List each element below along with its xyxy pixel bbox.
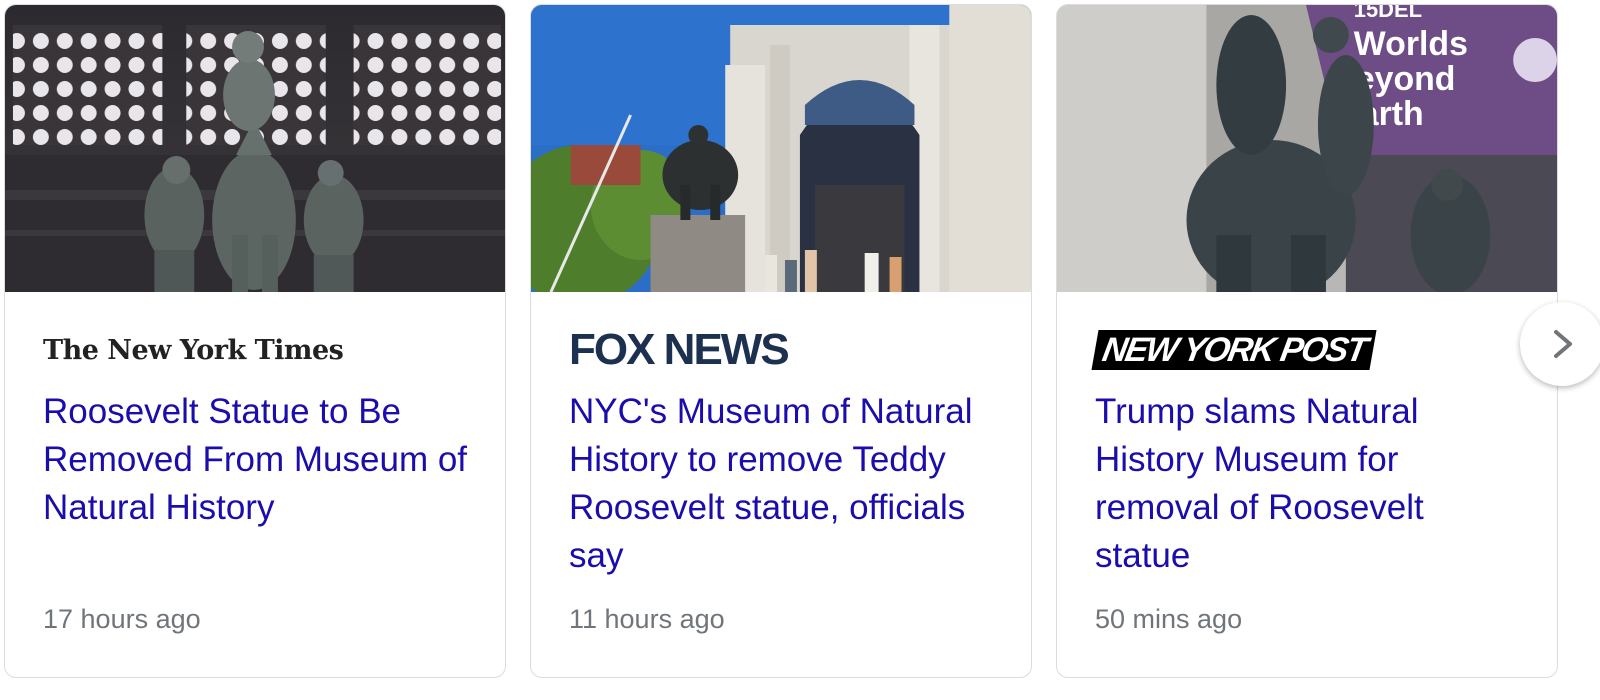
banner-text: 15DEL: [1354, 5, 1422, 22]
news-card[interactable]: 15DEL Worlds eyond arth NEW YORK POST Tr…: [1056, 4, 1558, 678]
publisher-logo: FOX NEWS: [569, 325, 790, 374]
museum-photo-image: [531, 5, 1031, 292]
card-body: FOX NEWS NYC's Museum of Natural History…: [531, 292, 1031, 677]
timestamp: 11 hours ago: [569, 604, 725, 634]
card-body: NEW YORK POST Trump slams Natural Histor…: [1057, 292, 1557, 677]
banner-text: Worlds: [1354, 25, 1468, 63]
publisher-name: The New York Times: [43, 334, 344, 366]
news-card[interactable]: The New York Times Roosevelt Statue to B…: [4, 4, 506, 678]
headline-link[interactable]: Roosevelt Statue to Be Removed From Muse…: [43, 388, 475, 532]
card-body: The New York Times Roosevelt Statue to B…: [5, 292, 505, 677]
news-thumbnail[interactable]: [5, 5, 505, 292]
news-carousel: The New York Times Roosevelt Statue to B…: [0, 0, 1600, 700]
statue-photo-image: [5, 5, 505, 292]
timestamp: 17 hours ago: [43, 604, 201, 634]
headline-link[interactable]: NYC's Museum of Natural History to remov…: [569, 388, 1001, 580]
publisher-logo: The New York Times: [43, 330, 344, 370]
news-thumbnail[interactable]: 15DEL Worlds eyond arth: [1057, 5, 1557, 292]
chevron-right-icon: [1554, 330, 1572, 358]
publisher-logo: NEW YORK POST: [1091, 330, 1377, 370]
publisher-name: FOX NEWS: [569, 325, 790, 374]
timestamp: 50 mins ago: [1095, 604, 1243, 634]
headline-link[interactable]: Trump slams Natural History Museum for r…: [1095, 388, 1527, 580]
carousel-next-button[interactable]: [1520, 302, 1600, 386]
statue-closeup-photo-image: 15DEL Worlds eyond arth: [1057, 5, 1557, 292]
publisher-name: NEW YORK POST: [1091, 330, 1377, 370]
news-card[interactable]: FOX NEWS NYC's Museum of Natural History…: [530, 4, 1032, 678]
banner-text: eyond: [1356, 60, 1456, 98]
news-thumbnail[interactable]: [531, 5, 1031, 292]
